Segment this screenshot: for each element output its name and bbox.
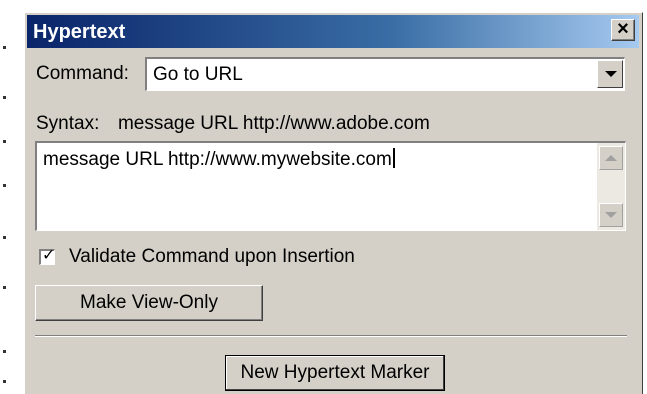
scroll-down-button[interactable] <box>599 203 623 227</box>
scroll-up-arrow-icon <box>605 155 617 161</box>
make-view-only-button[interactable]: Make View-Only <box>35 285 263 321</box>
validate-label[interactable]: Validate Command upon Insertion <box>69 246 355 268</box>
dialog-title: Hypertext <box>33 21 126 43</box>
validate-checkbox[interactable]: ✓ <box>39 247 56 265</box>
checkmark-icon: ✓ <box>42 247 56 264</box>
command-text: message URL http://www.mywebsite.com <box>43 148 395 171</box>
background-artifact <box>3 140 6 143</box>
background-artifact <box>3 286 6 289</box>
background-artifact <box>3 380 6 383</box>
close-icon: × <box>617 18 629 40</box>
command-text-value: message URL http://www.mywebsite.com <box>43 149 392 170</box>
background-artifact <box>3 46 6 49</box>
vertical-scrollbar[interactable] <box>597 143 625 230</box>
command-label: Command: <box>36 63 129 84</box>
new-hypertext-marker-button[interactable]: New Hypertext Marker <box>225 355 445 391</box>
background-artifact <box>3 96 6 99</box>
text-caret <box>392 148 395 168</box>
background-artifact <box>3 350 6 353</box>
syntax-label: Syntax: message URL http://www.adobe.com <box>36 113 430 135</box>
page: Hypertext × Command: Go to URL Syntax: m… <box>0 0 647 394</box>
command-dropdown[interactable]: Go to URL <box>145 57 625 91</box>
separator <box>35 335 627 337</box>
scroll-down-arrow-icon <box>605 212 617 218</box>
command-selected-value: Go to URL <box>153 64 243 85</box>
title-bar[interactable]: Hypertext × <box>27 15 639 48</box>
scroll-up-button[interactable] <box>599 146 623 170</box>
command-text-area[interactable]: message URL http://www.mywebsite.com <box>35 141 626 231</box>
syntax-label-text: Syntax: <box>36 113 100 134</box>
close-button[interactable]: × <box>611 19 635 41</box>
syntax-example: message URL http://www.adobe.com <box>117 113 430 134</box>
dropdown-arrow-button[interactable] <box>597 60 623 88</box>
chevron-down-icon <box>605 71 617 77</box>
hypertext-dialog: Hypertext × Command: Go to URL Syntax: m… <box>24 12 643 394</box>
background-artifact <box>3 236 6 239</box>
background-artifact <box>3 184 6 187</box>
